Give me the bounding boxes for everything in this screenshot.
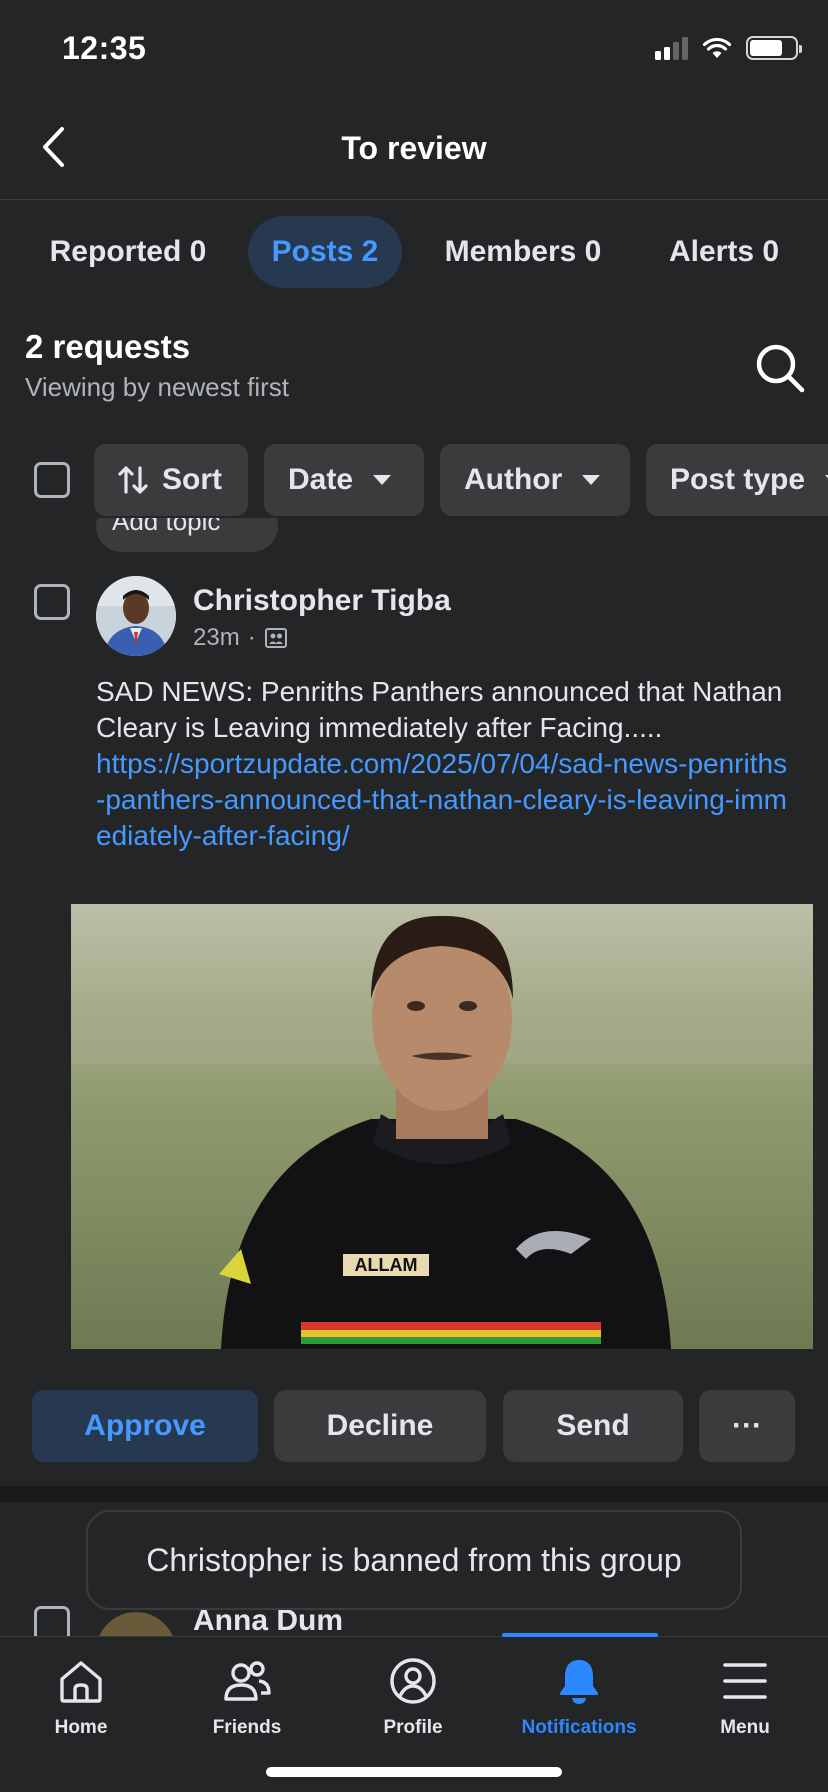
- post-type-filter[interactable]: Post type: [646, 444, 828, 516]
- nav-menu[interactable]: Menu: [670, 1655, 820, 1739]
- home-indicator[interactable]: [266, 1767, 562, 1777]
- status-time: 12:35: [62, 30, 147, 66]
- menu-icon: [723, 1663, 767, 1699]
- search-button[interactable]: [752, 340, 808, 396]
- request-count: 2 requests: [25, 328, 191, 365]
- send-button[interactable]: Send: [503, 1390, 683, 1462]
- post-select-checkbox[interactable]: [34, 584, 70, 620]
- nav-profile-label: Profile: [383, 1717, 443, 1738]
- nav-menu-label: Menu: [720, 1717, 770, 1738]
- status-bar: 12:35: [0, 0, 828, 100]
- post-text: SAD NEWS: Penriths Panthers announced th…: [96, 676, 783, 743]
- more-icon: ···: [732, 1409, 762, 1442]
- approve-button[interactable]: Approve: [32, 1390, 258, 1462]
- active-tab-indicator: [502, 1633, 658, 1637]
- battery-icon: [746, 36, 802, 60]
- author-filter[interactable]: Author: [440, 444, 630, 516]
- post-divider: [0, 1486, 828, 1502]
- nav-profile[interactable]: Profile: [338, 1655, 488, 1739]
- post-link[interactable]: https://sportzupdate.com/2025/07/04/sad-…: [96, 746, 796, 854]
- date-filter[interactable]: Date: [264, 444, 424, 516]
- bell-icon: [559, 1660, 599, 1704]
- post-image[interactable]: ALLAM: [71, 904, 813, 1349]
- decline-button[interactable]: Decline: [274, 1390, 486, 1462]
- sort-label: Sort: [162, 463, 222, 496]
- search-icon: [756, 344, 805, 393]
- status-icons: [655, 36, 802, 60]
- nav-friends-label: Friends: [212, 1717, 282, 1738]
- tab-reported[interactable]: Reported 0: [26, 216, 230, 288]
- tab-alerts[interactable]: Alerts 0: [652, 216, 796, 288]
- review-tabs: Reported 0 Posts 2 Members 0 Alerts 0: [0, 216, 828, 288]
- caret-down-icon: [373, 475, 392, 485]
- signal-icon: [655, 36, 688, 60]
- friends-icon: [224, 1661, 271, 1701]
- nav-home-label: Home: [54, 1717, 108, 1738]
- svg-text:ALLAM: ALLAM: [355, 1255, 418, 1275]
- meta-separator: ·: [247, 624, 256, 651]
- caret-down-icon: [582, 475, 601, 485]
- app-header: To review: [0, 100, 828, 200]
- select-all-checkbox[interactable]: [34, 462, 70, 498]
- avatar-image: [96, 576, 176, 656]
- post-photo: ALLAM: [71, 904, 813, 1349]
- sort-description: Viewing by newest first: [25, 372, 289, 402]
- post-type-filter-label: Post type: [670, 463, 806, 496]
- sort-icon: [118, 466, 148, 494]
- profile-icon: [390, 1658, 436, 1704]
- page-title: To review: [341, 130, 487, 166]
- post-body: SAD NEWS: Penriths Panthers announced th…: [96, 674, 796, 854]
- author-filter-label: Author: [464, 463, 563, 496]
- nav-friends[interactable]: Friends: [172, 1655, 322, 1739]
- tab-posts[interactable]: Posts 2: [248, 216, 402, 288]
- group-icon: [264, 628, 287, 648]
- sort-button[interactable]: Sort: [94, 444, 248, 516]
- date-filter-label: Date: [288, 463, 354, 496]
- avatar[interactable]: [96, 1612, 176, 1636]
- more-options-button[interactable]: ···: [699, 1390, 795, 1462]
- nav-home[interactable]: Home: [6, 1655, 156, 1739]
- next-post-checkbox[interactable]: [34, 1606, 70, 1636]
- toast-notification: Christopher is banned from this group: [86, 1510, 742, 1610]
- nav-notifications[interactable]: Notifications: [504, 1655, 654, 1739]
- home-icon: [60, 1661, 102, 1703]
- filter-bar: Sort Date Author Post type: [0, 444, 828, 518]
- nav-notifications-label: Notifications: [521, 1717, 637, 1738]
- post-time: 23m: [193, 624, 240, 651]
- post-author-name[interactable]: Christopher Tigba: [193, 584, 451, 618]
- tab-members[interactable]: Members 0: [424, 216, 622, 288]
- post-meta: 23m ·: [193, 624, 288, 652]
- avatar[interactable]: [96, 576, 176, 656]
- wifi-icon: [702, 37, 732, 58]
